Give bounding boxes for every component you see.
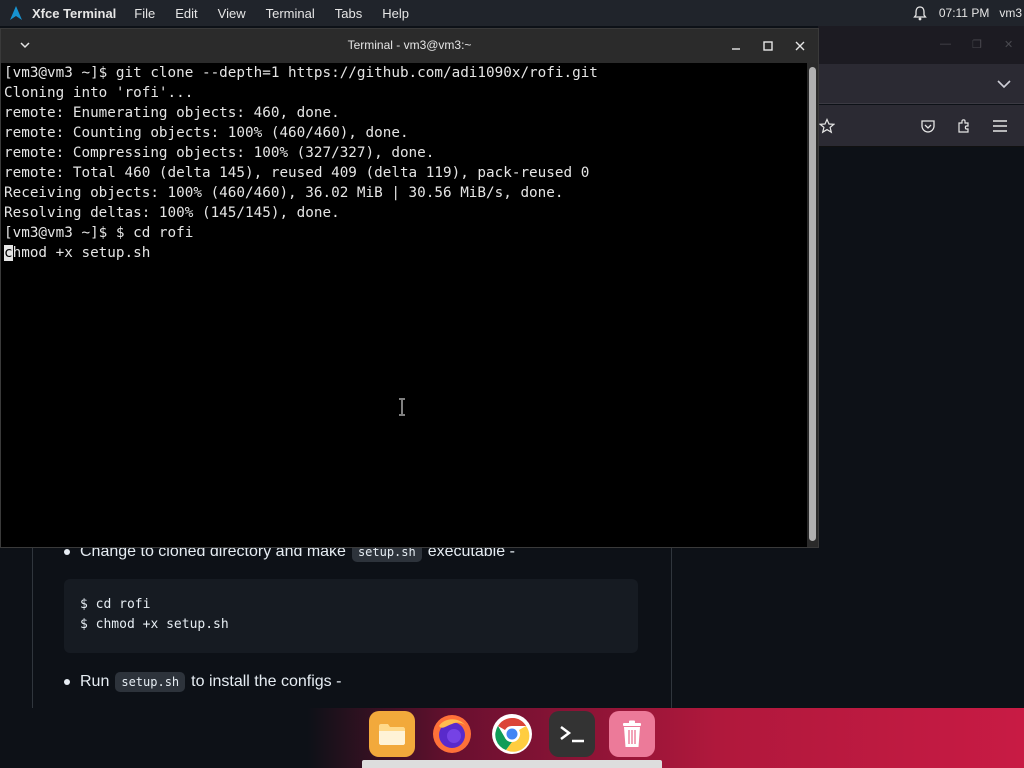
browser-minimize-icon[interactable]: — bbox=[940, 38, 951, 50]
user-menu[interactable]: vm3 bbox=[999, 6, 1022, 20]
extensions-puzzle-icon[interactable] bbox=[952, 114, 976, 138]
hamburger-menu-icon[interactable] bbox=[988, 114, 1012, 138]
bullet-dot bbox=[64, 549, 70, 555]
menu-help[interactable]: Help bbox=[382, 6, 409, 21]
terminal-line: remote: Compressing objects: 100% (327/3… bbox=[4, 145, 435, 161]
close-icon[interactable] bbox=[791, 37, 809, 55]
code-block[interactable]: $ cd rofi $ chmod +x setup.sh bbox=[64, 579, 638, 653]
terminal-line: remote: Counting objects: 100% (460/460)… bbox=[4, 125, 409, 141]
code-line: $ chmod +x setup.sh bbox=[80, 617, 229, 632]
bullet-dot bbox=[64, 679, 70, 685]
terminal-scrollbar[interactable] bbox=[807, 63, 818, 547]
browser-titlebar bbox=[818, 26, 1024, 64]
trash-app-icon[interactable] bbox=[609, 711, 655, 757]
terminal-input-text: hmod +x setup.sh bbox=[12, 245, 151, 261]
maximize-icon[interactable] bbox=[759, 37, 777, 55]
terminal-line: Cloning into 'rofi'... bbox=[4, 85, 194, 101]
menu-tabs[interactable]: Tabs bbox=[335, 6, 362, 21]
terminal-titlebar[interactable]: Terminal - vm3@vm3:~ bbox=[1, 29, 818, 63]
terminal-app-icon[interactable] bbox=[549, 711, 595, 757]
active-app-name[interactable]: Xfce Terminal bbox=[32, 6, 116, 21]
terminal-line: remote: Enumerating objects: 460, done. bbox=[4, 105, 340, 121]
menu-file[interactable]: File bbox=[134, 6, 155, 21]
list-item: Run setup.sh to install the configs - bbox=[64, 672, 341, 692]
notification-bell-icon[interactable] bbox=[905, 0, 935, 26]
menu-edit[interactable]: Edit bbox=[175, 6, 197, 21]
menu-terminal[interactable]: Terminal bbox=[266, 6, 315, 21]
terminal-input-line[interactable]: chmod +x setup.sh bbox=[4, 243, 803, 263]
code-line: $ cd rofi bbox=[80, 597, 151, 612]
browser-close-icon[interactable]: ✕ bbox=[1004, 38, 1013, 51]
terminal-title: Terminal - vm3@vm3:~ bbox=[347, 38, 472, 52]
menu-view[interactable]: View bbox=[218, 6, 246, 21]
terminal-output[interactable]: [vm3@vm3 ~]$ git clone --depth=1 https:/… bbox=[1, 63, 806, 547]
browser-restore-icon[interactable]: ❐ bbox=[972, 38, 982, 51]
clock[interactable]: 07:11 PM bbox=[939, 6, 989, 20]
text-cursor-icon bbox=[398, 398, 406, 416]
top-panel: Xfce Terminal File Edit View Terminal Ta… bbox=[0, 0, 1024, 26]
tab-list-chevron-icon[interactable] bbox=[992, 72, 1016, 96]
bullet-text: Run bbox=[80, 673, 110, 690]
terminal-line: Resolving deltas: 100% (145/145), done. bbox=[4, 205, 340, 221]
files-app-icon[interactable] bbox=[369, 711, 415, 757]
terminal-line: [vm3@vm3 ~]$ $ cd rofi bbox=[4, 225, 194, 241]
chrome-app-icon[interactable] bbox=[489, 711, 535, 757]
terminal-line: Receiving objects: 100% (460/460), 36.02… bbox=[4, 185, 564, 201]
terminal-window[interactable]: Terminal - vm3@vm3:~ [vm3@vm3 ~]$ git cl… bbox=[0, 28, 819, 548]
terminal-cursor: c bbox=[4, 245, 13, 261]
bullet-text: to install the configs - bbox=[191, 673, 342, 690]
inline-code: setup.sh bbox=[115, 672, 186, 692]
firefox-app-icon[interactable] bbox=[429, 711, 475, 757]
terminal-line: [vm3@vm3 ~]$ git clone --depth=1 https:/… bbox=[4, 65, 598, 81]
minimize-icon[interactable] bbox=[727, 37, 745, 55]
dock bbox=[362, 708, 662, 760]
dock-bottom-bar bbox=[362, 760, 662, 768]
scrollbar-thumb[interactable] bbox=[809, 67, 816, 541]
terminal-line: remote: Total 460 (delta 145), reused 40… bbox=[4, 165, 590, 181]
arch-logo-icon[interactable] bbox=[0, 0, 32, 26]
pocket-icon[interactable] bbox=[916, 114, 940, 138]
